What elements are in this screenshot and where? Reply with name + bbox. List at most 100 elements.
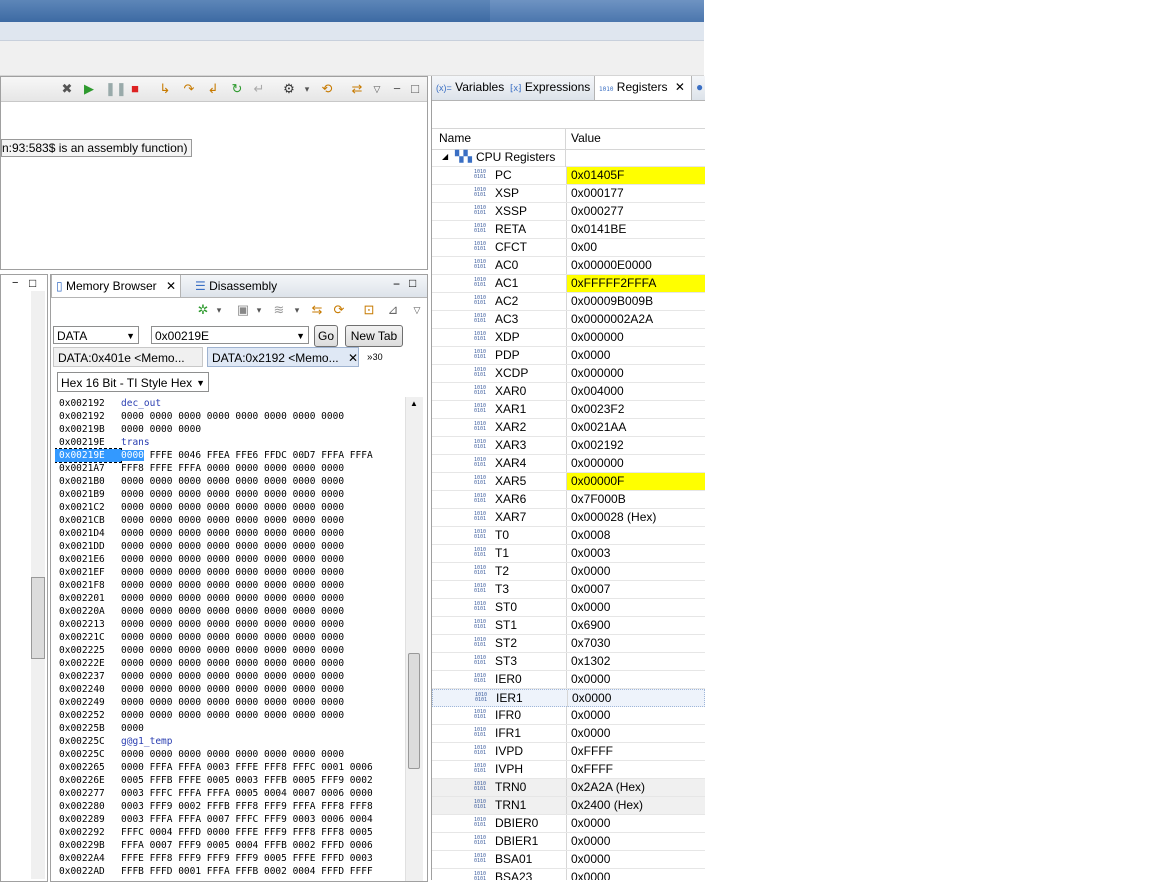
register-row[interactable]: 1010 0101 XAR7 0x000028 (Hex) (432, 509, 705, 527)
memory-row[interactable]: 0x0021F8 0000 0000 0000 0000 0000 0000 00… (55, 579, 403, 592)
memory-row[interactable]: 0x00225C 0000 0000 0000 0000 0000 0000 00… (55, 748, 403, 761)
memory-values[interactable]: FFF8 FFFE FFFA 0000 0000 0000 0000 0000 (121, 463, 344, 474)
register-value[interactable]: 0x01405F (566, 167, 705, 184)
link-view-icon[interactable]: ⇆ (309, 302, 325, 318)
register-value[interactable]: 0x2400 (Hex) (566, 797, 705, 814)
memory-values[interactable]: FFFE 0046 FFEA FFE6 FFDC 00D7 FFFA FFFA (144, 450, 373, 461)
register-row[interactable]: 1010 0101 XAR5 0x00000F (432, 473, 705, 491)
close-tab-icon[interactable]: ✕ (348, 351, 358, 365)
register-value[interactable]: 0x000177 (566, 185, 705, 202)
memory-values[interactable]: 0000 0000 0000 0000 0000 0000 0000 0000 (121, 593, 344, 604)
memory-row[interactable]: 0x0021CB 0000 0000 0000 0000 0000 0000 00… (55, 514, 403, 527)
memory-selected-value[interactable]: 0000 (121, 450, 144, 461)
register-value[interactable]: 0x002192 (566, 437, 705, 454)
reset-cpu-icon[interactable]: ⚙ (281, 81, 297, 97)
memory-row[interactable]: 0x0022AD FFFB FFFD 0001 FFFA FFFB 0002 00… (55, 865, 403, 878)
memory-values[interactable]: 0000 0000 0000 0000 0000 0000 0000 0000 (121, 567, 344, 578)
scrollbar-thumb[interactable] (31, 577, 45, 659)
column-header-name[interactable]: Name (439, 131, 471, 145)
register-value[interactable]: 0x0000 (566, 851, 705, 868)
memory-values[interactable]: 0000 0000 0000 0000 0000 0000 0000 0000 (121, 749, 344, 760)
register-row[interactable]: 1010 0101 PDP 0x0000 (432, 347, 705, 365)
memory-values[interactable]: 0000 FFFA FFFA 0003 FFFE FFF8 FFFC 0001 … (121, 762, 373, 773)
tab-variables[interactable]: (x)= Variables (432, 76, 508, 98)
register-value[interactable]: 0x7F000B (566, 491, 705, 508)
remove-all-terminated-icon[interactable]: ✖ (59, 81, 75, 97)
register-value[interactable]: 0x000277 (566, 203, 705, 220)
register-row[interactable]: 1010 0101 ST1 0x6900 (432, 617, 705, 635)
register-value[interactable]: 0x0003 (566, 545, 705, 562)
register-row[interactable]: 1010 0101 RETA 0x0141BE (432, 221, 705, 239)
assembly-step-over-icon[interactable]: ↻ (229, 81, 245, 97)
register-row[interactable]: 1010 0101 IFR1 0x0000 (432, 725, 705, 743)
memory-row[interactable]: 0x0021C2 0000 0000 0000 0000 0000 0000 00… (55, 501, 403, 514)
register-value[interactable]: 0x0000 (566, 815, 705, 832)
register-row[interactable]: 1010 0101 AC1 0xFFFFF2FFFA (432, 275, 705, 293)
terminate-icon[interactable]: ■ (127, 81, 143, 97)
assembly-step-return-icon[interactable]: ↵ (251, 81, 267, 97)
maximize-icon[interactable]: □ (29, 276, 36, 290)
register-row[interactable]: 1010 0101 XAR0 0x004000 (432, 383, 705, 401)
view-menu-icon[interactable]: ▽ (369, 81, 385, 97)
register-row[interactable]: 1010 0101 XAR6 0x7F000B (432, 491, 705, 509)
register-row[interactable]: 1010 0101 ST3 0x1302 (432, 653, 705, 671)
register-value[interactable]: 0x0141BE (566, 221, 705, 238)
memory-values[interactable]: FFFE FFF8 FFF9 FFF9 FFF9 0005 FFFE FFFD … (121, 853, 373, 864)
register-value[interactable]: 0x004000 (566, 383, 705, 400)
register-row[interactable]: 1010 0101 BSA23 0x0000 (432, 869, 705, 880)
memory-values[interactable]: 0000 0000 0000 0000 0000 0000 0000 0000 (121, 710, 344, 721)
register-row[interactable]: 1010 0101 T2 0x0000 (432, 563, 705, 581)
tab-disassembly[interactable]: ☰ Disassembly (191, 275, 281, 297)
register-value[interactable]: 0x0000 (566, 725, 705, 742)
memory-values[interactable]: 0000 0000 0000 0000 0000 0000 0000 0000 (121, 619, 344, 630)
import-memory-icon[interactable]: ▣ (235, 302, 251, 318)
register-row[interactable]: 1010 0101 DBIER0 0x0000 (432, 815, 705, 833)
refresh-icon[interactable]: ⇄ (349, 81, 365, 97)
tab-expressions[interactable]: ⁅x⁆ Expressions (506, 76, 594, 98)
register-row[interactable]: 1010 0101 AC2 0x00009B009B (432, 293, 705, 311)
memory-row[interactable]: 0x002201 0000 0000 0000 0000 0000 0000 00… (55, 592, 403, 605)
register-value[interactable]: 0x0000 (566, 671, 705, 688)
close-tab-icon[interactable]: ✕ (166, 279, 176, 293)
maximize-icon[interactable]: □ (409, 276, 416, 290)
view-menu-icon[interactable]: ▽ (409, 302, 425, 318)
register-value[interactable]: 0x7030 (566, 635, 705, 652)
memory-values[interactable]: 0000 0000 0000 0000 0000 0000 0000 0000 (121, 528, 344, 539)
column-header-value[interactable]: Value (571, 131, 601, 145)
resume-icon[interactable]: ▶ (81, 81, 97, 97)
minimize-icon[interactable]: − (389, 81, 405, 97)
memory-values[interactable]: 0000 0000 0000 0000 0000 0000 0000 0000 (121, 554, 344, 565)
memory-values[interactable]: FFFB FFFD 0001 FFFA FFFB 0002 0004 FFFD … (121, 866, 373, 877)
register-row[interactable]: 1010 0101 XAR3 0x002192 (432, 437, 705, 455)
register-row[interactable]: 1010 0101 ST2 0x7030 (432, 635, 705, 653)
memory-row[interactable]: 0x002277 0003 FFFC FFFA FFFA 0005 0004 00… (55, 787, 403, 800)
register-row[interactable]: 1010 0101 T3 0x0007 (432, 581, 705, 599)
register-value[interactable]: 0x000000 (566, 329, 705, 346)
register-row[interactable]: 1010 0101 XCDP 0x000000 (432, 365, 705, 383)
more-tabs-indicator[interactable]: »30 (363, 347, 403, 367)
register-group-row[interactable]: ◢ ▚▚ CPU Registers (432, 149, 705, 167)
fill-dropdown-icon[interactable]: ▾ (289, 302, 305, 318)
register-value[interactable]: 0x0021AA (566, 419, 705, 436)
tab-memory-browser[interactable]: ▯ Memory Browser ✕ (51, 275, 182, 297)
memory-row[interactable]: 0x00219B 0000 0000 0000 (55, 423, 403, 436)
register-value[interactable]: 0x00000F (566, 473, 705, 490)
memory-row[interactable]: 0x002265 0000 FFFA FFFA 0003 FFFE FFF8 FF… (55, 761, 403, 774)
register-value[interactable]: 0x1302 (566, 653, 705, 670)
restart-icon[interactable]: ⟲ (319, 81, 335, 97)
register-row[interactable]: 1010 0101 IVPH 0xFFFF (432, 761, 705, 779)
register-row[interactable]: 1010 0101 BSA01 0x0000 (432, 851, 705, 869)
maximize-icon[interactable]: □ (407, 81, 423, 97)
memory-values[interactable]: 0000 0000 0000 0000 0000 0000 0000 0000 (121, 502, 344, 513)
memory-row[interactable]: 0x002289 0003 FFFA FFFA 0007 FFFC FFF9 00… (55, 813, 403, 826)
register-row[interactable]: 1010 0101 XAR2 0x0021AA (432, 419, 705, 437)
new-tab-button[interactable]: New Tab (345, 325, 403, 347)
memory-values[interactable]: 0000 0000 0000 0000 0000 0000 0000 0000 (121, 632, 344, 643)
memory-row[interactable]: 0x002192 0000 0000 0000 0000 0000 0000 00… (55, 410, 403, 423)
register-value[interactable]: 0x0000 (566, 347, 705, 364)
memory-values[interactable]: FFFA 0007 FFF9 0005 0004 FFFB 0002 FFFD … (121, 840, 373, 851)
memory-values[interactable]: 0000 0000 0000 0000 0000 0000 0000 0000 (121, 476, 344, 487)
memory-values[interactable]: 0000 0000 0000 (121, 424, 201, 435)
vertical-scrollbar[interactable] (31, 291, 45, 879)
register-value[interactable]: 0x0000002A2A (566, 311, 705, 328)
